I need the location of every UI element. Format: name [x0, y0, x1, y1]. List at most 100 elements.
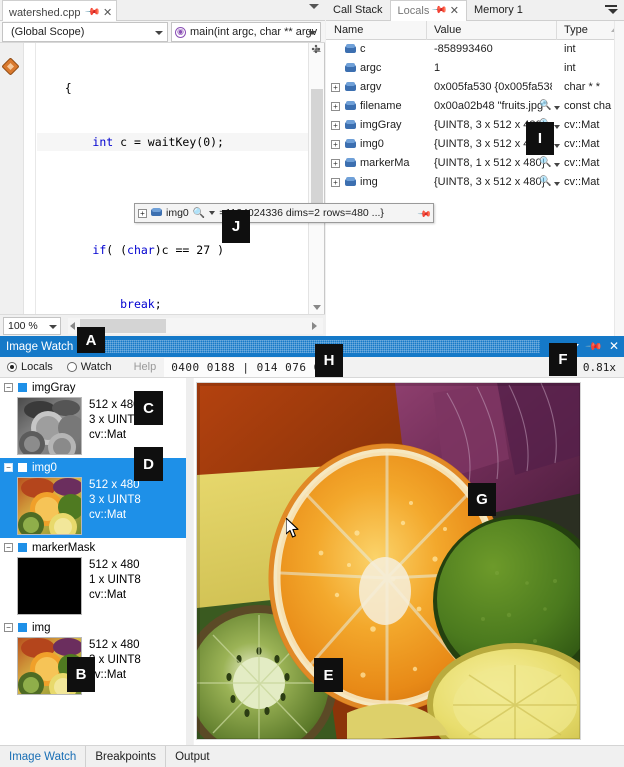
list-item-header[interactable]: − markerMask [0, 540, 186, 555]
table-row[interactable]: argc 1 int [326, 59, 614, 78]
tab-call-stack[interactable]: Call Stack [326, 0, 390, 21]
locals-column-headers: Name Value Type [326, 21, 624, 40]
thumbnail-preview[interactable] [17, 397, 82, 455]
table-row[interactable]: + img0 {UINT8, 3 x 512 x 480} 🔍 cv::Mat [326, 135, 614, 154]
pin-icon[interactable]: 📌 [431, 2, 448, 19]
thumbnail-format: 3 x UINT8 [89, 654, 141, 666]
tab-label: Breakpoints [95, 750, 157, 763]
chevron-down-icon[interactable] [209, 211, 216, 215]
variable-icon [345, 44, 356, 54]
scroll-down-icon[interactable] [313, 305, 321, 310]
magnifier-icon[interactable]: 🔍 [193, 208, 205, 219]
variable-value[interactable]: 0x005fa530 {0x005fa538 "D:\' [434, 81, 552, 93]
thumbnail-type: cv::Mat [89, 429, 127, 441]
help-link[interactable]: Help [134, 361, 157, 373]
thumbnail-preview[interactable] [17, 557, 82, 615]
app-window: watershed.cpp 📌 ✕ (Global Scope) ◉ main(… [0, 0, 624, 767]
expand-icon[interactable]: + [331, 83, 340, 92]
variable-value[interactable]: {UINT8, 3 x 512 x 480} [434, 176, 552, 188]
variable-type: cv::Mat [564, 176, 600, 188]
variable-value[interactable]: 1 [434, 62, 552, 74]
column-header-value[interactable]: Value [434, 24, 461, 36]
column-header-type[interactable]: Type [564, 24, 588, 36]
pin-icon[interactable]: 📌 [417, 207, 432, 222]
scroll-left-icon[interactable] [70, 322, 75, 330]
image-watch-viewport[interactable] [194, 378, 624, 745]
table-row[interactable]: + img {UINT8, 3 x 512 x 480} 🔍 cv::Mat [326, 173, 614, 192]
list-item-label: img0 [32, 461, 57, 474]
chevron-down-icon[interactable] [554, 106, 560, 110]
variable-list-scrollbar[interactable] [186, 378, 193, 745]
chevron-down-icon [49, 324, 57, 329]
chevron-down-icon[interactable] [309, 4, 319, 9]
magnifier-icon[interactable]: 🔍 [539, 157, 551, 168]
callout-e: E [314, 658, 343, 692]
expand-icon[interactable]: + [331, 140, 340, 149]
callout-c: C [134, 391, 163, 425]
scrollbar-thumb[interactable] [311, 89, 323, 207]
editor-tab-watershed[interactable]: watershed.cpp 📌 ✕ [2, 0, 118, 21]
editor-breakpoint-gutter[interactable] [0, 43, 24, 314]
variable-type: char * * [564, 81, 601, 93]
close-icon[interactable]: ✕ [609, 339, 619, 353]
variable-icon [345, 177, 356, 187]
list-item[interactable]: − markerMask 512 x 480 1 x UINT8 cv::Mat [0, 538, 186, 618]
editor-vertical-scrollbar[interactable] [308, 43, 324, 314]
debugger-datatip[interactable]: + img0 🔍 =1124024336 dims=2 rows=480 ...… [134, 203, 434, 223]
close-icon[interactable]: ✕ [103, 6, 112, 19]
column-header-name[interactable]: Name [334, 24, 363, 36]
code-line: if( (char)c == 27 ) [92, 243, 224, 257]
thumbnail-format: 3 x UINT8 [89, 494, 141, 506]
close-icon[interactable]: ✕ [450, 4, 459, 17]
thumbnail-format: 3 x UINT8 [89, 414, 141, 426]
collapse-icon[interactable]: − [4, 543, 13, 552]
chevron-down-icon[interactable] [554, 182, 560, 186]
chevron-down-icon[interactable] [554, 125, 560, 129]
table-row[interactable]: + argv 0x005fa530 {0x005fa538 "D:\' char… [326, 78, 614, 97]
image-preview-large[interactable] [196, 382, 581, 740]
expand-icon[interactable]: + [331, 102, 340, 111]
datatip-expander[interactable]: + [138, 208, 147, 218]
breakpoint-icon[interactable] [1, 57, 20, 76]
locals-vertical-scrollbar[interactable] [614, 21, 624, 336]
table-row[interactable]: + imgGray {UINT8, 3 x 512 x 480} 🔍 cv::M… [326, 116, 614, 135]
variable-value[interactable]: {UINT8, 1 x 512 x 480} [434, 157, 552, 169]
magnifier-icon[interactable]: 🔍 [539, 100, 551, 111]
tab-label: Image Watch [9, 750, 77, 763]
scope-dropdown[interactable]: (Global Scope) [2, 22, 168, 42]
code-text-area[interactable]: { int c = waitKey(0); if( (char)c == 27 … [37, 43, 308, 314]
chevron-down-icon[interactable] [554, 144, 560, 148]
radio-locals[interactable]: Locals [7, 361, 53, 373]
thumbnail-preview[interactable] [17, 477, 82, 535]
pin-icon[interactable]: 📌 [83, 4, 100, 21]
function-dropdown[interactable]: ◉ main(int argc, char ** argv [171, 22, 321, 42]
tab-label: Memory 1 [474, 4, 523, 16]
expand-icon[interactable]: + [331, 159, 340, 168]
list-item-header[interactable]: − img [0, 620, 186, 635]
radio-watch[interactable]: Watch [66, 361, 112, 373]
pin-icon[interactable]: 📌 [585, 337, 604, 355]
tab-breakpoints[interactable]: Breakpoints [86, 745, 167, 767]
table-row[interactable]: c -858993460 int [326, 40, 614, 59]
expand-icon[interactable]: + [331, 121, 340, 130]
tab-locals[interactable]: Locals 📌 ✕ [389, 0, 467, 21]
expand-icon[interactable]: + [331, 178, 340, 187]
collapse-icon[interactable]: − [4, 463, 13, 472]
tab-memory-1[interactable]: Memory 1 [467, 0, 530, 21]
scroll-right-icon[interactable] [312, 322, 317, 330]
variable-type: int [564, 62, 576, 74]
table-row[interactable]: + markerMa {UINT8, 1 x 512 x 480} 🔍 cv::… [326, 154, 614, 173]
tab-output[interactable]: Output [166, 746, 219, 767]
split-view-handle-icon[interactable]: ✣ [310, 44, 322, 56]
chevron-down-icon[interactable] [554, 163, 560, 167]
variable-value[interactable]: 0x00a02b48 "fruits.jpg" [434, 100, 552, 112]
tab-overflow-icon[interactable] [605, 5, 618, 14]
tab-image-watch[interactable]: Image Watch [0, 745, 87, 767]
magnifier-icon[interactable]: 🔍 [539, 176, 551, 187]
callout-d: D [134, 447, 163, 481]
editor-zoom-dropdown[interactable]: 100 % [3, 316, 61, 335]
collapse-icon[interactable]: − [4, 623, 13, 632]
table-row[interactable]: + filename 0x00a02b48 "fruits.jpg" 🔍 con… [326, 97, 614, 116]
collapse-icon[interactable]: − [4, 383, 13, 392]
variable-value[interactable]: -858993460 [434, 43, 552, 55]
